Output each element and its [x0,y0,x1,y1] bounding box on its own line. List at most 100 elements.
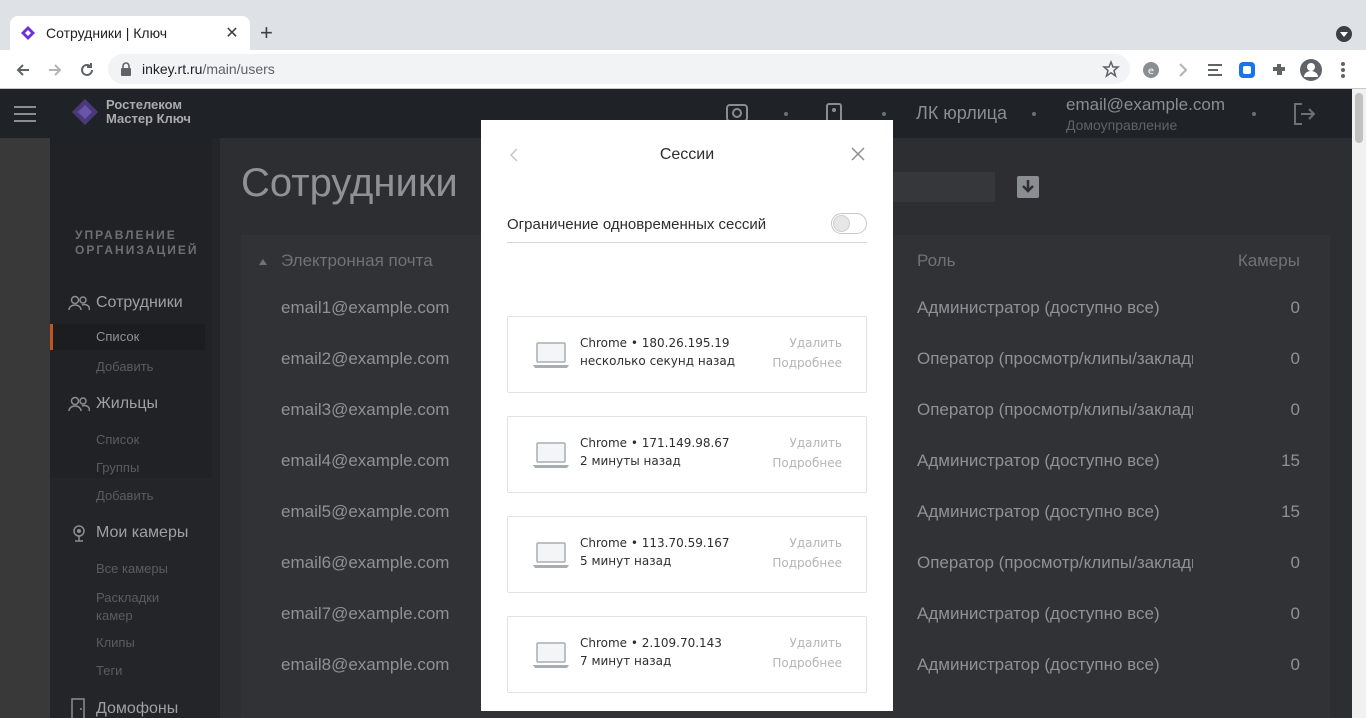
org-switcher[interactable]: ЛК юрлица [916,103,1007,124]
cell-role: Оператор (просмотр/клипы/закладки) [917,349,1193,368]
page-scrollbar[interactable] [1352,89,1366,718]
cell-role: Оператор (просмотр/клипы/закладки) [917,400,1193,419]
cell-cameras: 0 [1290,604,1300,623]
session-card: Chrome • 2.109.70.143 7 минут назад Удал… [507,616,867,693]
logo-line-2: Мастер Ключ [106,111,191,126]
sort-asc-icon[interactable] [259,259,267,265]
cell-cameras: 0 [1290,400,1300,419]
sidebar-item-residents-add[interactable]: Добавить [96,488,153,503]
sidebar-item-cameras[interactable]: Мои камеры [68,524,188,542]
extension-arrow-icon[interactable] [1171,58,1195,82]
webcam-icon [73,525,85,542]
users-icon [68,295,90,311]
sidebar: УПРАВЛЕНИЕ ОРГАНИЗАЦИЕЙ Сотрудники Список… [50,138,220,718]
search-input[interactable] [880,172,995,202]
column-header-email[interactable]: Электронная почта [281,251,433,271]
page-title: Сотрудники [241,161,458,205]
extension-icon[interactable]: e [1139,58,1163,82]
cell-role: Администратор (доступно все) [917,604,1160,623]
session-limit-toggle[interactable] [831,213,867,234]
session-delete-button[interactable]: Удалить [790,336,843,350]
session-title: Chrome • 113.70.59.167 [580,536,730,550]
session-card: Chrome • 113.70.59.167 5 минут назад Уда… [507,516,867,593]
cell-cameras: 0 [1290,655,1300,674]
session-details-button[interactable]: Подробнее [772,456,842,470]
modal-title: Сессии [659,146,715,163]
reading-list-icon[interactable] [1203,58,1227,82]
reload-icon[interactable] [75,58,99,82]
session-card: Chrome • 171.149.98.67 2 минуты назад Уд… [507,416,867,493]
close-icon[interactable] [851,147,865,166]
sidebar-item-employees[interactable]: Сотрудники [68,294,183,312]
session-details-button[interactable]: Подробнее [772,356,842,370]
session-time: 5 минут назад [580,554,672,568]
close-tab-icon[interactable]: ✕ [224,23,240,43]
logo[interactable]: Ростелеком Мастер Ключ [70,97,191,127]
logo-icon [72,99,98,125]
sidebar-item-residents-list[interactable]: Список [96,432,139,447]
header-separator [1252,112,1256,116]
sidebar-item-camera-layouts[interactable]: Раскладки камер [96,589,159,625]
sidebar-section-title: УПРАВЛЕНИЕ ОРГАНИЗАЦИЕЙ [75,228,199,257]
download-icon[interactable] [1017,176,1039,198]
forward-icon[interactable] [43,58,67,82]
session-title: Chrome • 180.26.195.19 [580,336,730,350]
session-delete-button[interactable]: Удалить [790,536,843,550]
sidebar-item-all-cameras[interactable]: Все камеры [96,561,168,576]
session-details-button[interactable]: Подробнее [772,556,842,570]
browser-menu-icon[interactable] [1331,58,1355,82]
door-icon [71,698,85,718]
cell-email: email6@example.com [281,553,450,572]
new-tab-icon[interactable]: + [260,20,273,46]
session-time: 2 минуты назад [580,454,681,468]
address-bar[interactable]: inkey.rt.ru/main/users [108,54,1130,84]
bookmark-star-icon[interactable] [1102,59,1120,83]
session-title: Chrome • 171.149.98.67 [580,436,730,450]
cell-role: Администратор (доступно все) [917,502,1160,521]
session-delete-button[interactable]: Удалить [790,436,843,450]
session-card: Chrome • 180.26.195.19 несколько секунд … [507,316,867,393]
profile-avatar-icon[interactable] [1299,58,1323,82]
cell-role: Администратор (доступно все) [917,298,1160,317]
cell-email: email7@example.com [281,604,450,623]
back-icon[interactable] [11,58,35,82]
app-viewport: Ростелеком Мастер Ключ ЛК юрлица email@ex… [0,89,1352,718]
header-separator [882,112,886,116]
hamburger-menu-icon[interactable] [14,106,36,127]
sidebar-item-intercoms[interactable]: Домофоны [68,698,178,718]
sidebar-item-employees-add[interactable]: Добавить [96,359,153,374]
sidebar-item-clips[interactable]: Клипы [96,635,135,650]
cell-role: Администратор (доступно все) [917,451,1160,470]
cell-email: email2@example.com [281,349,450,368]
session-limit-label: Ограничение одновременных сессий [507,216,767,233]
cell-email: email3@example.com [281,400,450,419]
cell-cameras: 15 [1281,451,1300,470]
header-separator [1032,112,1036,116]
translate-extension-icon[interactable] [1235,58,1259,82]
laptop-icon [533,442,569,468]
sidebar-item-tags[interactable]: Теги [96,663,122,678]
column-header-cameras[interactable]: Камеры [1238,251,1300,271]
column-header-role[interactable]: Роль [917,251,955,271]
puzzle-extensions-icon[interactable] [1267,58,1291,82]
sidebar-item-residents-groups[interactable]: Группы [96,460,139,475]
logout-icon[interactable] [1292,102,1316,131]
laptop-icon [533,342,569,368]
logo-line-1: Ростелеком [106,97,182,112]
session-title: Chrome • 2.109.70.143 [580,636,722,650]
session-details-button[interactable]: Подробнее [772,656,842,670]
browser-tab[interactable]: Сотрудники | Ключ ✕ [10,16,250,50]
cell-email: email1@example.com [281,298,450,317]
user-email[interactable]: email@example.com [1066,95,1225,115]
tab-title: Сотрудники | Ключ [46,25,168,41]
cell-email: email4@example.com [281,451,450,470]
sidebar-item-residents[interactable]: Жильцы [68,395,158,413]
sidebar-item-employees-list[interactable]: Список [50,324,205,350]
cell-role: Оператор (просмотр/клипы/закладки) [917,553,1193,572]
session-time: 7 минут назад [580,654,672,668]
lock-icon [121,62,131,76]
tab-search-icon[interactable] [1336,26,1352,42]
session-delete-button[interactable]: Удалить [790,636,843,650]
cell-role: Администратор (доступно все) [917,655,1160,674]
users-icon [68,396,90,412]
